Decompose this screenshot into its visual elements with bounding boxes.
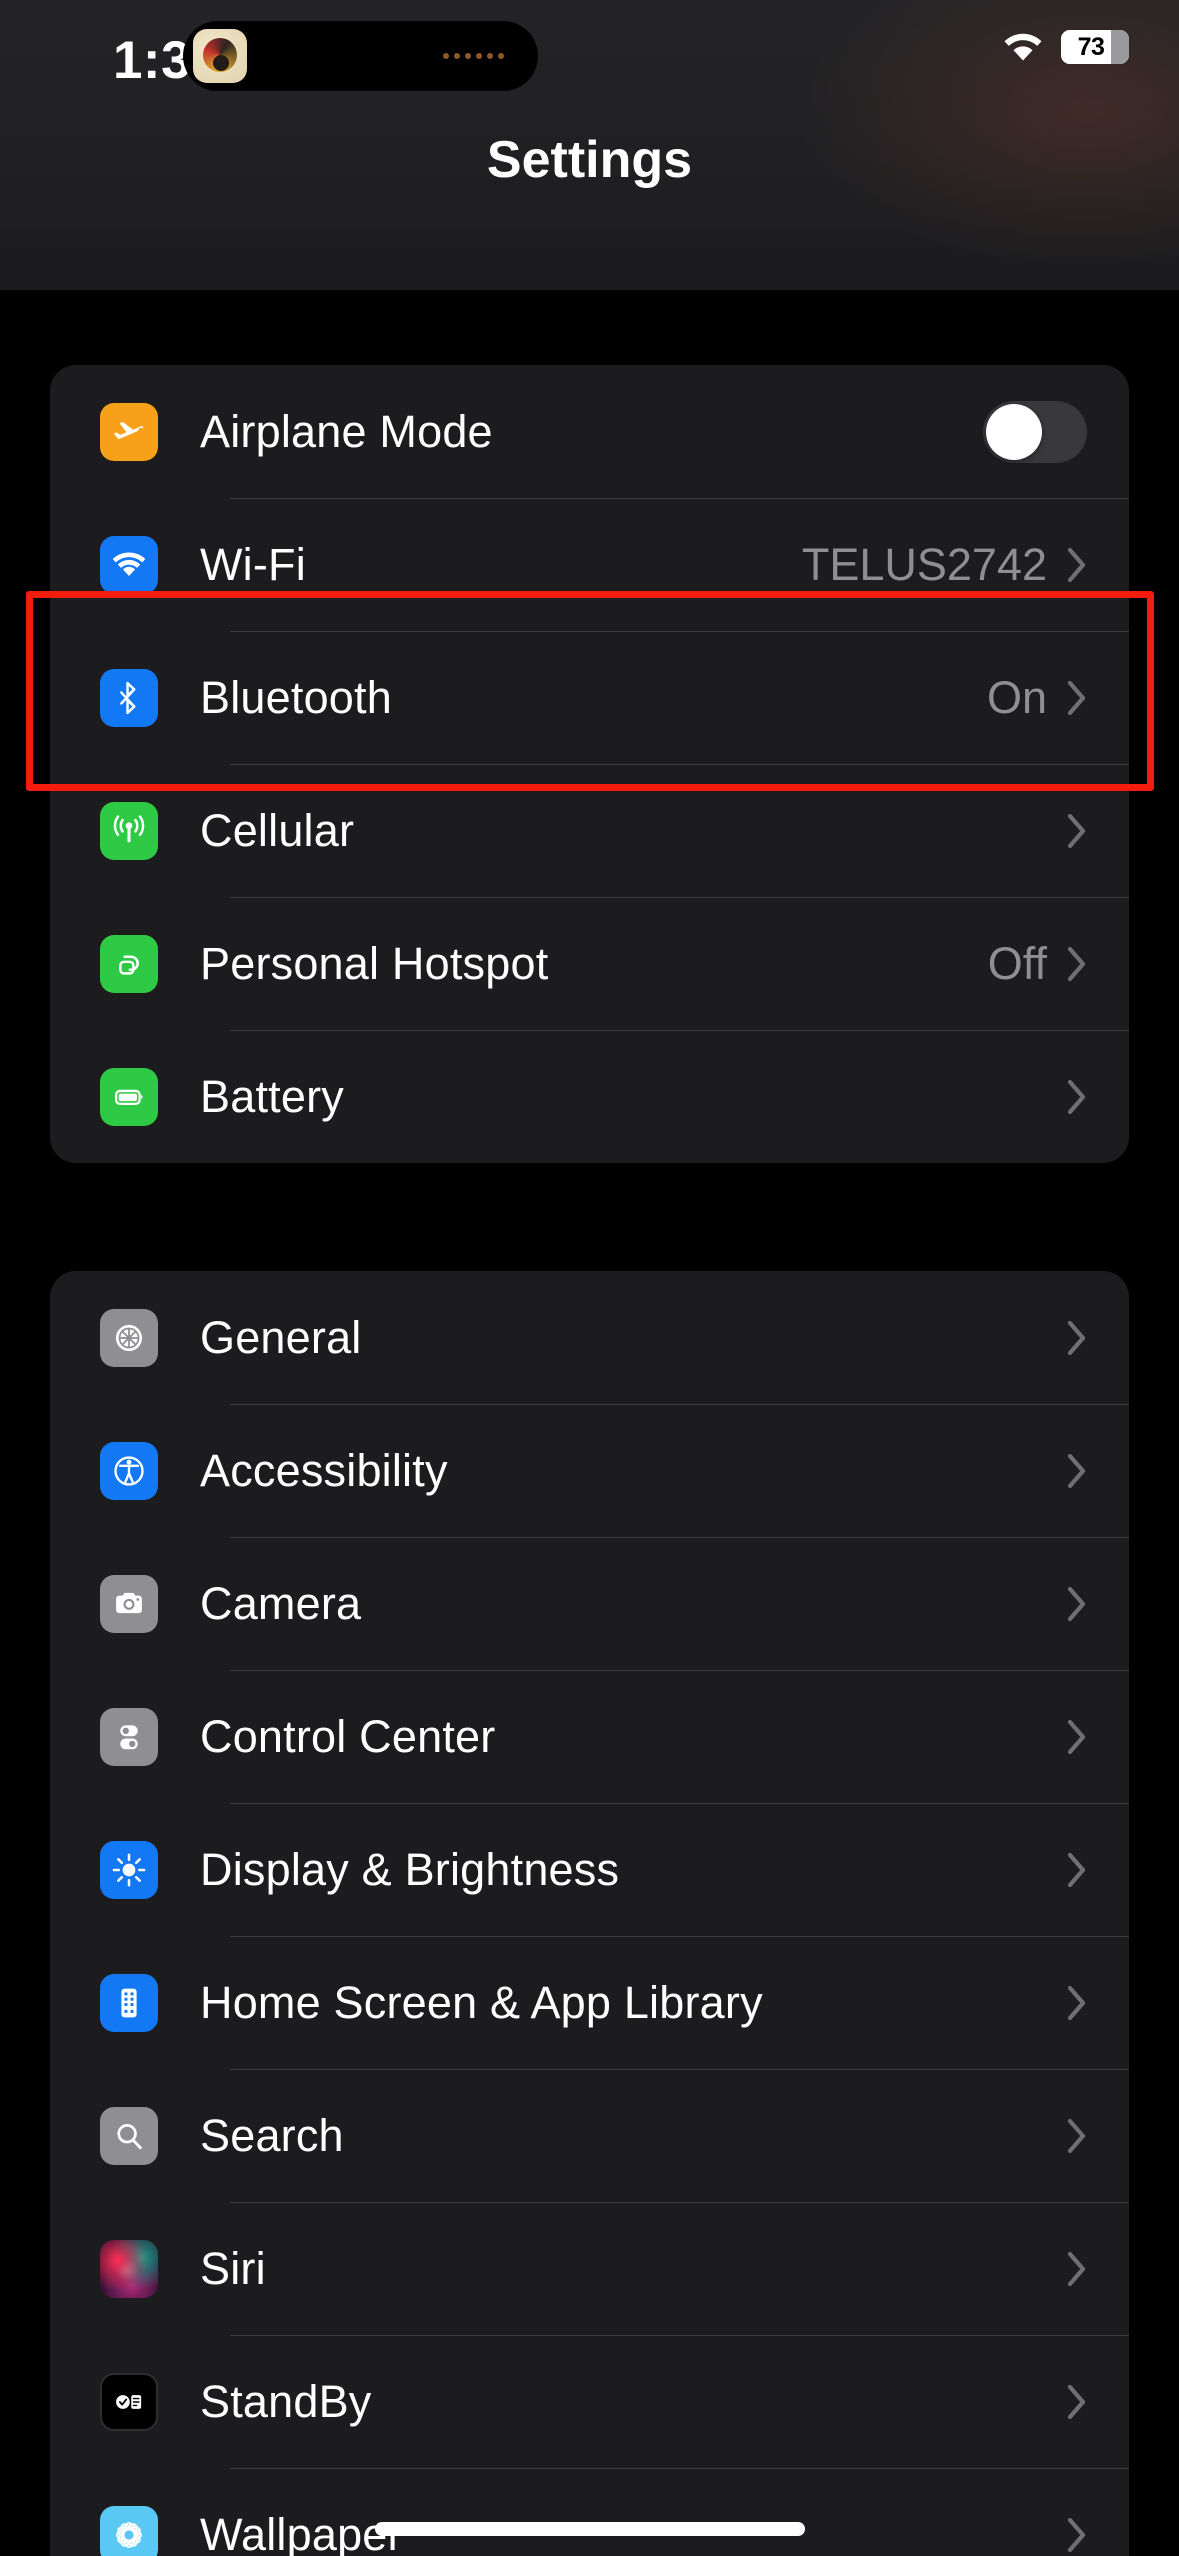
wifi-icon — [100, 535, 158, 594]
settings-row-label: Siri — [200, 2242, 266, 2294]
row-accessory — [1067, 2517, 1087, 2553]
search-icon — [100, 2106, 158, 2165]
app-icon — [193, 29, 247, 83]
settings-row-camera[interactable]: Camera — [50, 1537, 1129, 1670]
settings-row-value: Off — [987, 937, 1047, 989]
settings-group-system: General Accessibility Camera Control Center… — [50, 1271, 1129, 2556]
chevron-right-icon — [1067, 1079, 1087, 1115]
home-screen-icon — [100, 1973, 158, 2032]
hotspot-icon — [100, 934, 158, 993]
settings-row-wallpaper[interactable]: Wallpaper — [50, 2468, 1129, 2556]
settings-row-general[interactable]: General — [50, 1271, 1129, 1404]
gear-icon — [100, 1308, 158, 1367]
settings-row-label: StandBy — [200, 2375, 372, 2427]
settings-row-label: Search — [200, 2109, 344, 2161]
battery-icon — [100, 1067, 158, 1126]
row-accessory — [1067, 1586, 1087, 1622]
bluetooth-icon — [100, 668, 158, 727]
page-title: Settings — [486, 131, 693, 189]
chevron-right-icon — [1067, 2251, 1087, 2287]
settings-row-battery[interactable]: Battery — [50, 1030, 1129, 1163]
chevron-right-icon — [1067, 1719, 1087, 1755]
settings-row-label: Camera — [200, 1577, 362, 1629]
home-indicator[interactable] — [374, 2522, 805, 2536]
settings-row-label: Wi-Fi — [200, 538, 306, 590]
settings-row-personal-hotspot[interactable]: Personal Hotspot Off — [50, 897, 1129, 1030]
siri-icon — [100, 2239, 158, 2298]
settings-row-label: Home Screen & App Library — [200, 1976, 763, 2028]
settings-row-siri[interactable]: Siri — [50, 2202, 1129, 2335]
settings-row-label: Bluetooth — [200, 671, 392, 723]
control-center-icon — [100, 1707, 158, 1766]
settings-row-value: TELUS2742 — [801, 538, 1047, 590]
settings-row-standby[interactable]: StandBy — [50, 2335, 1129, 2468]
camera-icon — [100, 1574, 158, 1633]
settings-group-connectivity: Airplane Mode Wi-Fi TELUS2742 Bluetooth On Ce… — [50, 365, 1129, 1163]
row-accessory — [1067, 2251, 1087, 2287]
battery-percent: 73 — [1077, 32, 1105, 61]
settings-row-accessibility[interactable]: Accessibility — [50, 1404, 1129, 1537]
standby-icon — [100, 2372, 158, 2431]
settings-row-search[interactable]: Search — [50, 2069, 1129, 2202]
settings-row-label: Wallpaper — [200, 2508, 403, 2556]
row-accessory — [1067, 2118, 1087, 2154]
chevron-right-icon — [1067, 680, 1087, 716]
settings-row-display-brightness[interactable]: Display & Brightness — [50, 1803, 1129, 1936]
row-accessory — [983, 400, 1087, 463]
settings-row-bluetooth[interactable]: Bluetooth On — [50, 631, 1129, 764]
chevron-right-icon — [1067, 2118, 1087, 2154]
settings-row-value: On — [986, 671, 1047, 723]
dynamic-island[interactable] — [183, 21, 538, 91]
status-bar: 1:35 73 — [0, 0, 1179, 116]
chevron-right-icon — [1067, 1320, 1087, 1356]
row-accessory — [1067, 1852, 1087, 1888]
settings-row-wi-fi[interactable]: Wi-Fi TELUS2742 — [50, 498, 1129, 631]
row-accessory — [1067, 1719, 1087, 1755]
settings-row-home-screen-app-library[interactable]: Home Screen & App Library — [50, 1936, 1129, 2069]
brightness-icon — [100, 1840, 158, 1899]
wallpaper-icon — [100, 2505, 158, 2556]
chevron-right-icon — [1067, 547, 1087, 583]
settings-row-airplane-mode[interactable]: Airplane Mode — [50, 365, 1129, 498]
settings-row-label: Accessibility — [200, 1444, 448, 1496]
chevron-right-icon — [1067, 2384, 1087, 2420]
row-accessory — [1067, 1985, 1087, 2021]
settings-row-cellular[interactable]: Cellular — [50, 764, 1129, 897]
wifi-icon — [1001, 30, 1045, 64]
island-activity-dots — [443, 53, 504, 59]
battery-indicator: 73 — [1061, 30, 1129, 64]
row-accessory — [1067, 813, 1087, 849]
chevron-right-icon — [1067, 1586, 1087, 1622]
accessibility-icon — [100, 1441, 158, 1500]
settings-row-label: Cellular — [200, 804, 355, 856]
status-bar-indicators: 73 — [1001, 30, 1129, 64]
settings-row-label: General — [200, 1311, 362, 1363]
row-accessory: Off — [988, 938, 1087, 990]
row-accessory — [1067, 1079, 1087, 1115]
settings-row-label: Control Center — [200, 1710, 496, 1762]
cellular-icon — [100, 801, 158, 860]
settings-row-label: Airplane Mode — [200, 405, 493, 457]
airplane-icon — [100, 402, 158, 461]
settings-row-label: Personal Hotspot — [200, 937, 549, 989]
airplane-mode-toggle[interactable] — [983, 400, 1087, 463]
toggle-knob — [986, 403, 1042, 460]
chevron-right-icon — [1067, 1985, 1087, 2021]
settings-row-label: Battery — [200, 1070, 344, 1122]
settings-row-label: Display & Brightness — [200, 1843, 620, 1895]
row-accessory — [1067, 1320, 1087, 1356]
row-accessory: TELUS2742 — [802, 539, 1087, 591]
chevron-right-icon — [1067, 946, 1087, 982]
settings-list: Airplane Mode Wi-Fi TELUS2742 Bluetooth On Ce… — [0, 290, 1179, 2556]
settings-row-control-center[interactable]: Control Center — [50, 1670, 1129, 1803]
settings-screen: 1:35 73 Settings Airplane Mode Wi-Fi TEL… — [0, 0, 1179, 2556]
row-accessory — [1067, 1453, 1087, 1489]
chevron-right-icon — [1067, 2517, 1087, 2553]
chevron-right-icon — [1067, 1453, 1087, 1489]
row-accessory: On — [987, 672, 1087, 724]
row-accessory — [1067, 2384, 1087, 2420]
chevron-right-icon — [1067, 813, 1087, 849]
chevron-right-icon — [1067, 1852, 1087, 1888]
